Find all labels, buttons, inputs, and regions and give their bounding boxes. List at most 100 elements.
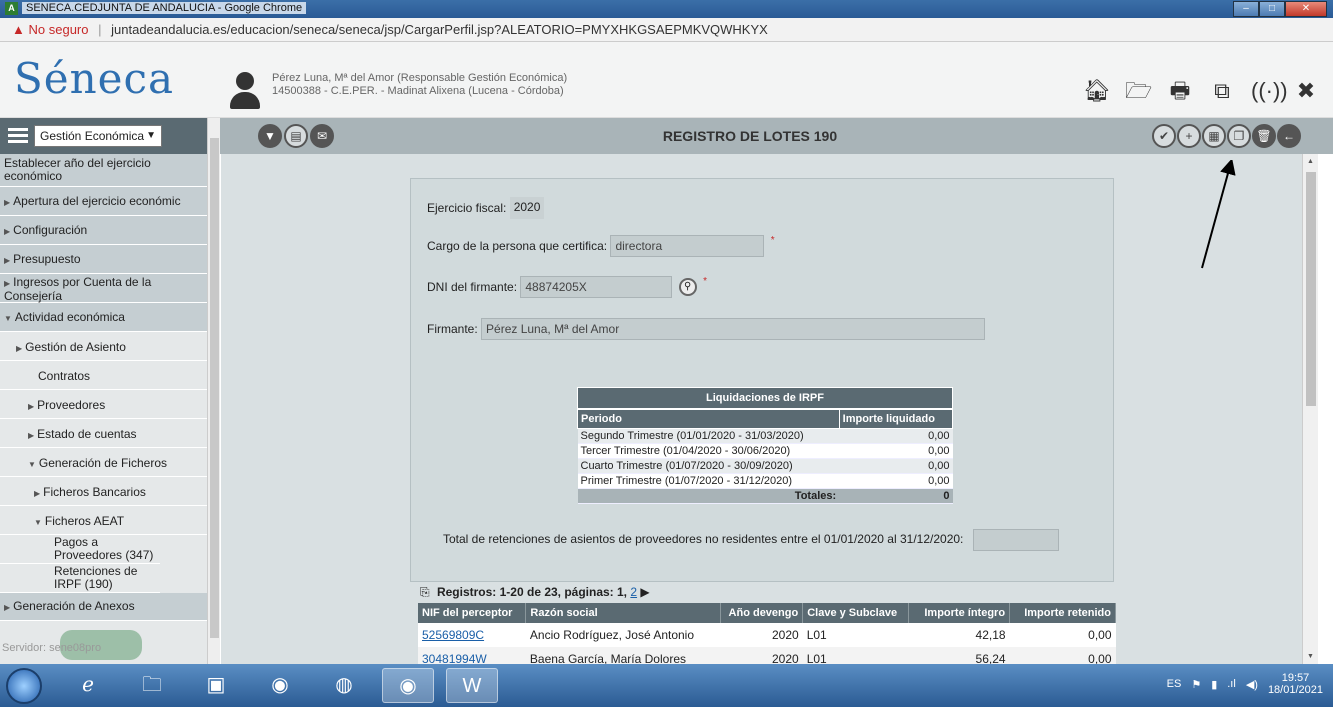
sidebar-item-ficheros-bancarios[interactable]: ▶ Ficheros Bancarios xyxy=(0,477,207,506)
retention-row: Total de retenciones de asientos de prov… xyxy=(443,529,1059,551)
page-2-link[interactable]: 2 xyxy=(630,585,637,599)
scroll-thumb[interactable] xyxy=(1306,172,1316,406)
sidebar-scrollbar[interactable] xyxy=(207,118,220,664)
volume-icon[interactable]: ◀) xyxy=(1246,678,1258,691)
maximize-button[interactable]: □ xyxy=(1259,1,1285,17)
language-indicator[interactable]: ES xyxy=(1167,678,1182,690)
sidebar: Establecer año del ejercicio económico ▶… xyxy=(0,154,207,664)
table-row: 30481994W Baena García, María Dolores 20… xyxy=(418,647,1116,664)
sidebar-item-apertura[interactable]: ▶ Apertura del ejercicio económic xyxy=(0,187,207,216)
sidebar-item-proveedores[interactable]: ▶ Proveedores xyxy=(0,390,207,419)
minimize-button[interactable]: – xyxy=(1233,1,1259,17)
chrome-icon[interactable]: ◉ xyxy=(254,668,306,703)
firmante-label: Firmante: xyxy=(427,322,478,336)
media-icon[interactable]: ▣ xyxy=(190,668,242,703)
sidebar-item-ficheros-aeat[interactable]: ▼ Ficheros AEAT xyxy=(0,506,207,535)
sidebar-item-actividad[interactable]: ▼ Actividad económica xyxy=(0,303,207,332)
sidebar-item-estado-cuentas[interactable]: ▶ Estado de cuentas xyxy=(0,419,207,448)
flag-icon[interactable]: ⚑ xyxy=(1191,678,1201,691)
filter-icon[interactable]: ▼ xyxy=(258,124,282,148)
mail-icon[interactable]: ✉ xyxy=(310,124,334,148)
explorer-icon[interactable]: 🗀 xyxy=(126,668,178,703)
col-retenido[interactable]: Importe retenido xyxy=(1009,603,1116,623)
col-periodo: Periodo xyxy=(577,409,840,429)
security-label[interactable]: No seguro xyxy=(29,22,89,37)
sidebar-item-generacion-anexos[interactable]: ▶ Generación de Anexos xyxy=(0,593,207,621)
seneca-logo[interactable]: Séneca xyxy=(14,54,174,103)
clave-cell: L01 xyxy=(802,623,909,647)
calculator-icon[interactable]: ▦ xyxy=(1202,124,1226,148)
home-icon[interactable]: 🏠︎ xyxy=(1083,78,1111,104)
clock-date: 18/01/2021 xyxy=(1267,684,1323,696)
dni-label: DNI del firmante: xyxy=(427,280,518,294)
audio-icon[interactable]: ((·)) xyxy=(1251,78,1288,104)
sidebar-item-generacion-ficheros[interactable]: ▼ Generación de Ficheros xyxy=(0,448,207,477)
retenido-cell: 0,00 xyxy=(1009,623,1116,647)
col-anio[interactable]: Año devengo xyxy=(720,603,804,623)
firmante-field[interactable]: Pérez Luna, Mª del Amor xyxy=(481,318,986,340)
chrome-active-icon[interactable]: ◉ xyxy=(382,668,434,703)
col-nif[interactable]: NIF del perceptor xyxy=(418,603,527,623)
triangle-right-icon: ▶ xyxy=(4,279,11,288)
scroll-up-icon[interactable]: ▲ xyxy=(1307,158,1314,165)
search-icon[interactable]: ⚲ xyxy=(678,278,697,296)
toolbar: Gestión Económica ▼ ▼ ▤ ✉ REGISTRO DE LO… xyxy=(0,118,1333,154)
col-clave[interactable]: Clave y Subclave xyxy=(802,603,910,623)
sidebar-item-label: Estado de cuentas xyxy=(37,427,137,441)
sidebar-item-establecer[interactable]: Establecer año del ejercicio económico xyxy=(0,154,207,187)
back-icon[interactable]: ← xyxy=(1277,124,1301,148)
content-scrollbar[interactable]: ▲ ▼ xyxy=(1302,154,1318,664)
nif-link[interactable]: 30481994W xyxy=(422,652,487,664)
documents-icon[interactable]: ❐ xyxy=(1227,124,1251,148)
right-margin xyxy=(1318,154,1333,664)
sidebar-item-retenciones-irpf[interactable]: Retenciones de IRPF (190) xyxy=(0,564,160,593)
copy-icon[interactable]: ⎘ xyxy=(420,585,430,599)
sidebar-item-contratos[interactable]: Contratos xyxy=(0,361,207,390)
sidebar-item-pagos-proveedores[interactable]: Pagos a Proveedores (347) xyxy=(0,535,160,564)
word-icon[interactable]: W xyxy=(446,668,498,703)
nif-cell[interactable]: 30481994W xyxy=(418,647,526,664)
irpf-caption: Liquidaciones de IRPF xyxy=(577,387,953,409)
next-page-icon[interactable]: ▶ xyxy=(640,585,649,599)
clock[interactable]: 19:57 18/01/2021 xyxy=(1268,672,1323,696)
ie-icon[interactable]: ℯ xyxy=(62,668,114,703)
records-table: NIF del perceptor Razón social Año deven… xyxy=(418,603,1116,664)
sidebar-item-ingresos[interactable]: ▶ Ingresos por Cuenta de la Consejería xyxy=(0,274,207,303)
nif-link[interactable]: 52569809C xyxy=(422,628,484,642)
retention-field[interactable] xyxy=(972,529,1059,551)
signal-icon[interactable]: .ıl xyxy=(1227,678,1236,690)
close-icon[interactable]: ✖ xyxy=(1293,78,1319,104)
cargo-field[interactable]: directora xyxy=(610,235,765,257)
url-text[interactable]: juntadeandalucia.es/educacion/seneca/sen… xyxy=(111,22,768,37)
close-window-button[interactable]: ✕ xyxy=(1285,1,1327,17)
chevron-down-icon: ▼ xyxy=(146,130,156,141)
delete-icon[interactable]: 🗑 xyxy=(1252,124,1276,148)
network-icon[interactable]: ▮ xyxy=(1211,678,1217,691)
triangle-right-icon: ▶ xyxy=(4,603,11,612)
folder-icon[interactable]: 🗁 xyxy=(1125,78,1152,104)
hamburger-menu-icon[interactable] xyxy=(8,128,28,144)
sidebar-item-gestion-asiento[interactable]: ▶ Gestión de Asiento xyxy=(0,332,207,361)
pager-text: Registros: 1-20 de 23, páginas: 1, xyxy=(436,585,628,599)
pdf-icon[interactable]: ▤ xyxy=(284,124,308,148)
start-button[interactable] xyxy=(6,668,42,704)
server-label: Servidor: sene08pro xyxy=(2,642,102,654)
sidebar-item-label: Configuración xyxy=(13,223,88,237)
module-select[interactable]: Gestión Económica ▼ xyxy=(34,125,162,147)
col-integro[interactable]: Importe íntegro xyxy=(908,603,1011,623)
print-icon[interactable]: 🖶 xyxy=(1167,78,1193,104)
warning-icon[interactable]: ▲ xyxy=(12,22,25,37)
sidebar-item-configuracion[interactable]: ▶ Configuración xyxy=(0,216,207,245)
confirm-icon[interactable]: ✔ xyxy=(1152,124,1176,148)
address-bar[interactable]: ▲ No seguro | juntadeandalucia.es/educac… xyxy=(0,18,1333,42)
scroll-down-icon[interactable]: ▼ xyxy=(1307,653,1314,660)
sidebar-item-presupuesto[interactable]: ▶ Presupuesto xyxy=(0,245,207,274)
sidebar-item-label: Generación de Ficheros xyxy=(38,456,167,470)
nif-cell[interactable]: 52569809C xyxy=(418,623,526,647)
col-razon[interactable]: Razón social xyxy=(525,603,722,623)
add-icon[interactable]: + xyxy=(1177,124,1201,148)
periodo-cell: Primer Trimestre (01/07/2020 - 31/12/202… xyxy=(577,473,840,489)
dni-field[interactable]: 48874205X xyxy=(520,276,673,298)
firefox-icon[interactable]: ◍ xyxy=(318,668,370,703)
copy-window-icon[interactable]: ⧉ xyxy=(1209,78,1235,104)
